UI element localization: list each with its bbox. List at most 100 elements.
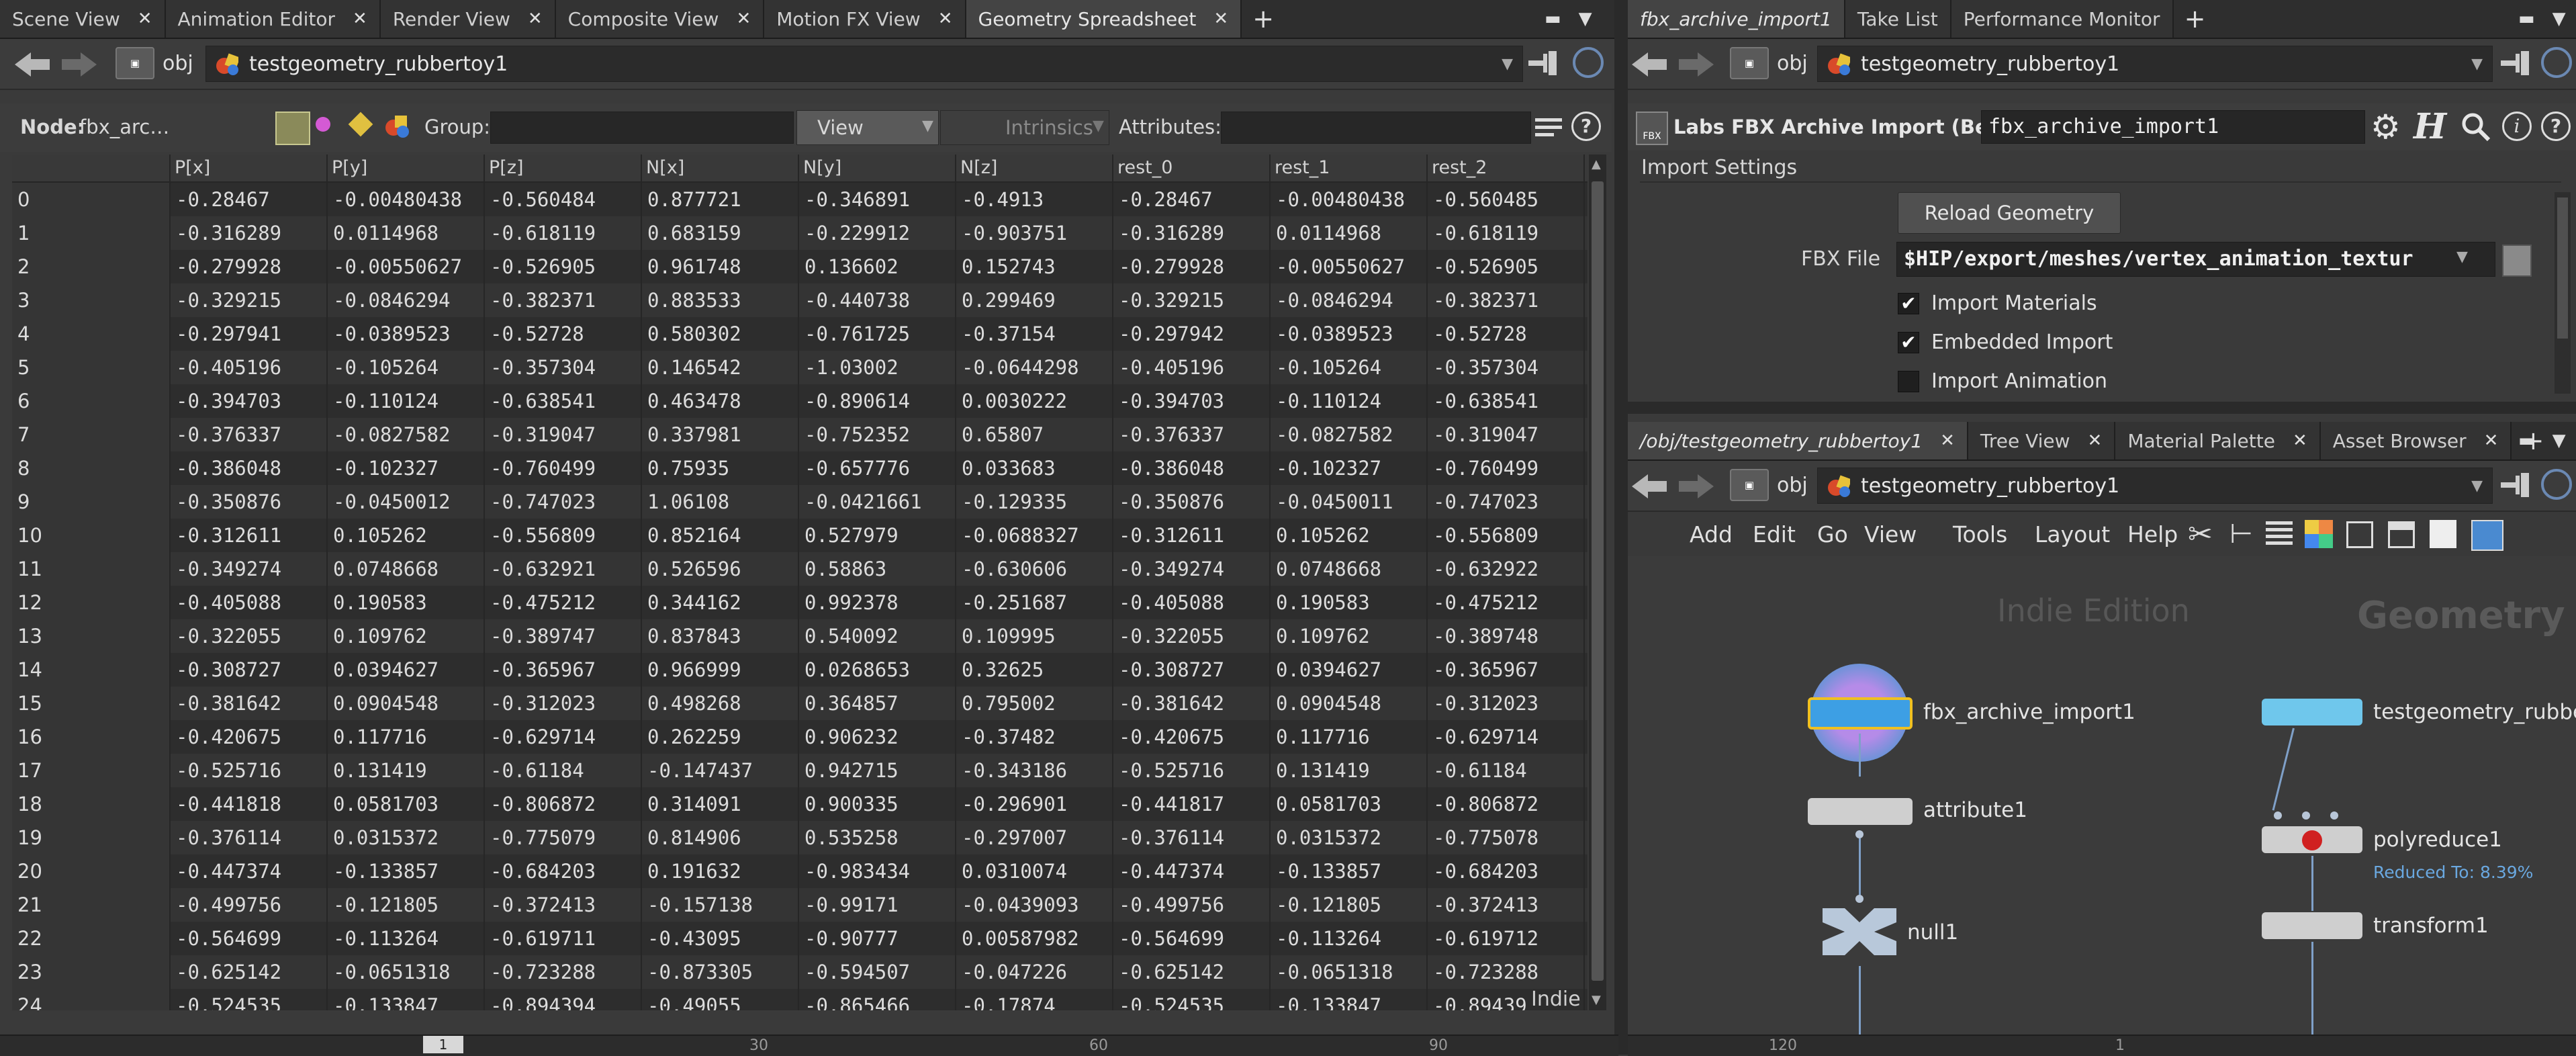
- embedded-import-checkbox[interactable]: ✔: [1898, 332, 1919, 353]
- table-cell[interactable]: 0.191632: [642, 854, 799, 888]
- table-cell[interactable]: -0.322055: [1113, 619, 1271, 653]
- table-cell[interactable]: -0.747023: [485, 485, 642, 519]
- table-cell[interactable]: -0.405196: [1113, 351, 1271, 384]
- context-obj-button[interactable]: ▣ obj: [116, 47, 193, 79]
- output-connector[interactable]: [1855, 830, 1864, 838]
- table-cell[interactable]: 0.033683: [956, 451, 1113, 485]
- close-icon[interactable]: ✕: [138, 9, 152, 29]
- table-cell[interactable]: 0.152743: [956, 250, 1113, 283]
- table-cell[interactable]: -0.684203: [485, 854, 642, 888]
- network-box-icon[interactable]: [2388, 521, 2415, 548]
- object-path-field[interactable]: testgeometry_rubbertoy1 ▼: [205, 46, 1523, 82]
- table-cell[interactable]: 1.06108: [642, 485, 799, 519]
- table-cell[interactable]: -0.760499: [485, 451, 642, 485]
- table-cell[interactable]: -0.526905: [1428, 250, 1585, 283]
- table-cell[interactable]: -0.297007: [956, 821, 1113, 854]
- menu-go[interactable]: Go: [1817, 521, 1848, 547]
- geometry-spreadsheet[interactable]: P[x] P[y] P[z] N[x] N[y] N[z] rest_0 rest_1 rest…: [12, 155, 1588, 1010]
- tab-composite-view[interactable]: Composite View ✕: [555, 0, 765, 38]
- tab-fbx-archive-import1[interactable]: fbx_archive_import1: [1628, 0, 1845, 38]
- chevron-down-icon[interactable]: ▼: [1502, 56, 1513, 73]
- input-connector[interactable]: [2302, 811, 2310, 820]
- table-cell[interactable]: -0.0439093: [956, 888, 1113, 922]
- table-cell[interactable]: -0.382371: [1428, 283, 1585, 317]
- table-cell[interactable]: -0.376337: [1113, 418, 1271, 451]
- row-index-cell[interactable]: 4: [12, 317, 171, 351]
- object-path-field[interactable]: testgeometry_rubbertoy1 ▼: [1817, 46, 2493, 82]
- node-name-field[interactable]: fbx_archive_import1: [1981, 110, 2365, 144]
- table-cell[interactable]: -0.105264: [1271, 351, 1428, 384]
- column-header[interactable]: rest_0: [1113, 155, 1271, 181]
- table-cell[interactable]: 0.527979: [799, 519, 956, 552]
- table-row[interactable]: 2 -0.279928 -0.00550627 -0.526905 0.961748 0.…: [12, 250, 1588, 283]
- close-icon[interactable]: ✕: [1940, 431, 1955, 451]
- table-cell[interactable]: -0.0421661: [799, 485, 956, 519]
- table-cell[interactable]: -0.638541: [1428, 384, 1585, 418]
- table-row[interactable]: 4 -0.297941 -0.0389523 -0.52728 0.580302 -0.7…: [12, 317, 1588, 351]
- table-cell[interactable]: -0.372413: [485, 888, 642, 922]
- table-row[interactable]: 12 -0.405088 0.190583 -0.475212 0.344162 0.99…: [12, 586, 1588, 619]
- table-cell[interactable]: 0.961748: [642, 250, 799, 283]
- table-cell[interactable]: -0.133847: [328, 989, 485, 1010]
- table-cell[interactable]: -0.90777: [799, 922, 956, 955]
- column-header[interactable]: rest_1: [1271, 155, 1428, 181]
- menu-edit[interactable]: Edit: [1753, 521, 1796, 547]
- table-cell[interactable]: -0.279928: [1113, 250, 1271, 283]
- attributes-field[interactable]: [1221, 112, 1531, 144]
- row-index-cell[interactable]: 14: [12, 653, 171, 687]
- column-header[interactable]: N[z]: [956, 155, 1113, 181]
- table-cell[interactable]: -0.405196: [171, 351, 328, 384]
- row-index-cell[interactable]: 15: [12, 687, 171, 720]
- pane-menu-icon[interactable]: ▼: [1579, 9, 1592, 29]
- table-cell[interactable]: 0.0748668: [1271, 552, 1428, 586]
- table-cell[interactable]: 0.900335: [799, 787, 956, 821]
- row-index-cell[interactable]: 5: [12, 351, 171, 384]
- tab-render-view[interactable]: Render View ✕: [380, 0, 556, 38]
- table-cell[interactable]: -0.349274: [171, 552, 328, 586]
- table-cell[interactable]: 0.299469: [956, 283, 1113, 317]
- table-row[interactable]: 21 -0.499756 -0.121805 -0.372413 -0.157138 -0…: [12, 888, 1588, 922]
- table-cell[interactable]: -0.629714: [1428, 720, 1585, 754]
- table-cell[interactable]: 0.344162: [642, 586, 799, 619]
- table-cell[interactable]: -0.110124: [1271, 384, 1428, 418]
- table-cell[interactable]: 0.262259: [642, 720, 799, 754]
- param-scrollbar[interactable]: [2555, 192, 2571, 394]
- table-cell[interactable]: -0.357304: [1428, 351, 1585, 384]
- table-cell[interactable]: -0.526905: [485, 250, 642, 283]
- table-cell[interactable]: -0.52728: [485, 317, 642, 351]
- row-index-cell[interactable]: 1: [12, 216, 171, 250]
- column-header[interactable]: P[x]: [171, 155, 328, 181]
- maximize-icon[interactable]: ▬: [2518, 9, 2535, 29]
- table-row[interactable]: 13 -0.322055 0.109762 -0.389747 0.837843 0.54…: [12, 619, 1588, 653]
- filter-icon[interactable]: [1535, 114, 1562, 141]
- menu-tools[interactable]: Tools: [1953, 521, 2007, 547]
- table-row[interactable]: 3 -0.329215 -0.0846294 -0.382371 0.883533 -0.…: [12, 283, 1588, 317]
- table-cell[interactable]: -0.475212: [485, 586, 642, 619]
- table-cell[interactable]: 0.683159: [642, 216, 799, 250]
- table-cell[interactable]: -0.17874: [956, 989, 1113, 1010]
- row-index-cell[interactable]: 24: [12, 989, 171, 1010]
- table-cell[interactable]: -0.319047: [485, 418, 642, 451]
- table-cell[interactable]: -0.524535: [171, 989, 328, 1010]
- color-palette-icon[interactable]: [2305, 520, 2333, 548]
- chevron-down-icon[interactable]: ▼: [2471, 56, 2483, 73]
- group-field[interactable]: [490, 112, 794, 144]
- table-cell[interactable]: 0.190583: [328, 586, 485, 619]
- table-cell[interactable]: -0.365967: [485, 653, 642, 687]
- table-cell[interactable]: -0.308727: [1113, 653, 1271, 687]
- table-cell[interactable]: -0.0651318: [1271, 955, 1428, 989]
- row-index-cell[interactable]: 12: [12, 586, 171, 619]
- timeline-bar-right[interactable]: 120 1: [1628, 1035, 2576, 1056]
- network-editor[interactable]: Add Edit Go View Tools Layout Help ✂ ⊢ I…: [1628, 512, 2576, 1055]
- vertices-mode-icon[interactable]: [316, 117, 330, 132]
- table-cell[interactable]: -0.525716: [1113, 754, 1271, 787]
- table-cell[interactable]: -0.389748: [1428, 619, 1585, 653]
- close-icon[interactable]: ✕: [1213, 9, 1228, 29]
- table-cell[interactable]: -0.99171: [799, 888, 956, 922]
- table-cell[interactable]: -0.0450012: [328, 485, 485, 519]
- table-cell[interactable]: -0.316289: [1113, 216, 1271, 250]
- table-cell[interactable]: -0.047226: [956, 955, 1113, 989]
- scrollbar-thumb[interactable]: [2557, 197, 2568, 339]
- table-cell[interactable]: -0.475212: [1428, 586, 1585, 619]
- table-cell[interactable]: -0.525716: [171, 754, 328, 787]
